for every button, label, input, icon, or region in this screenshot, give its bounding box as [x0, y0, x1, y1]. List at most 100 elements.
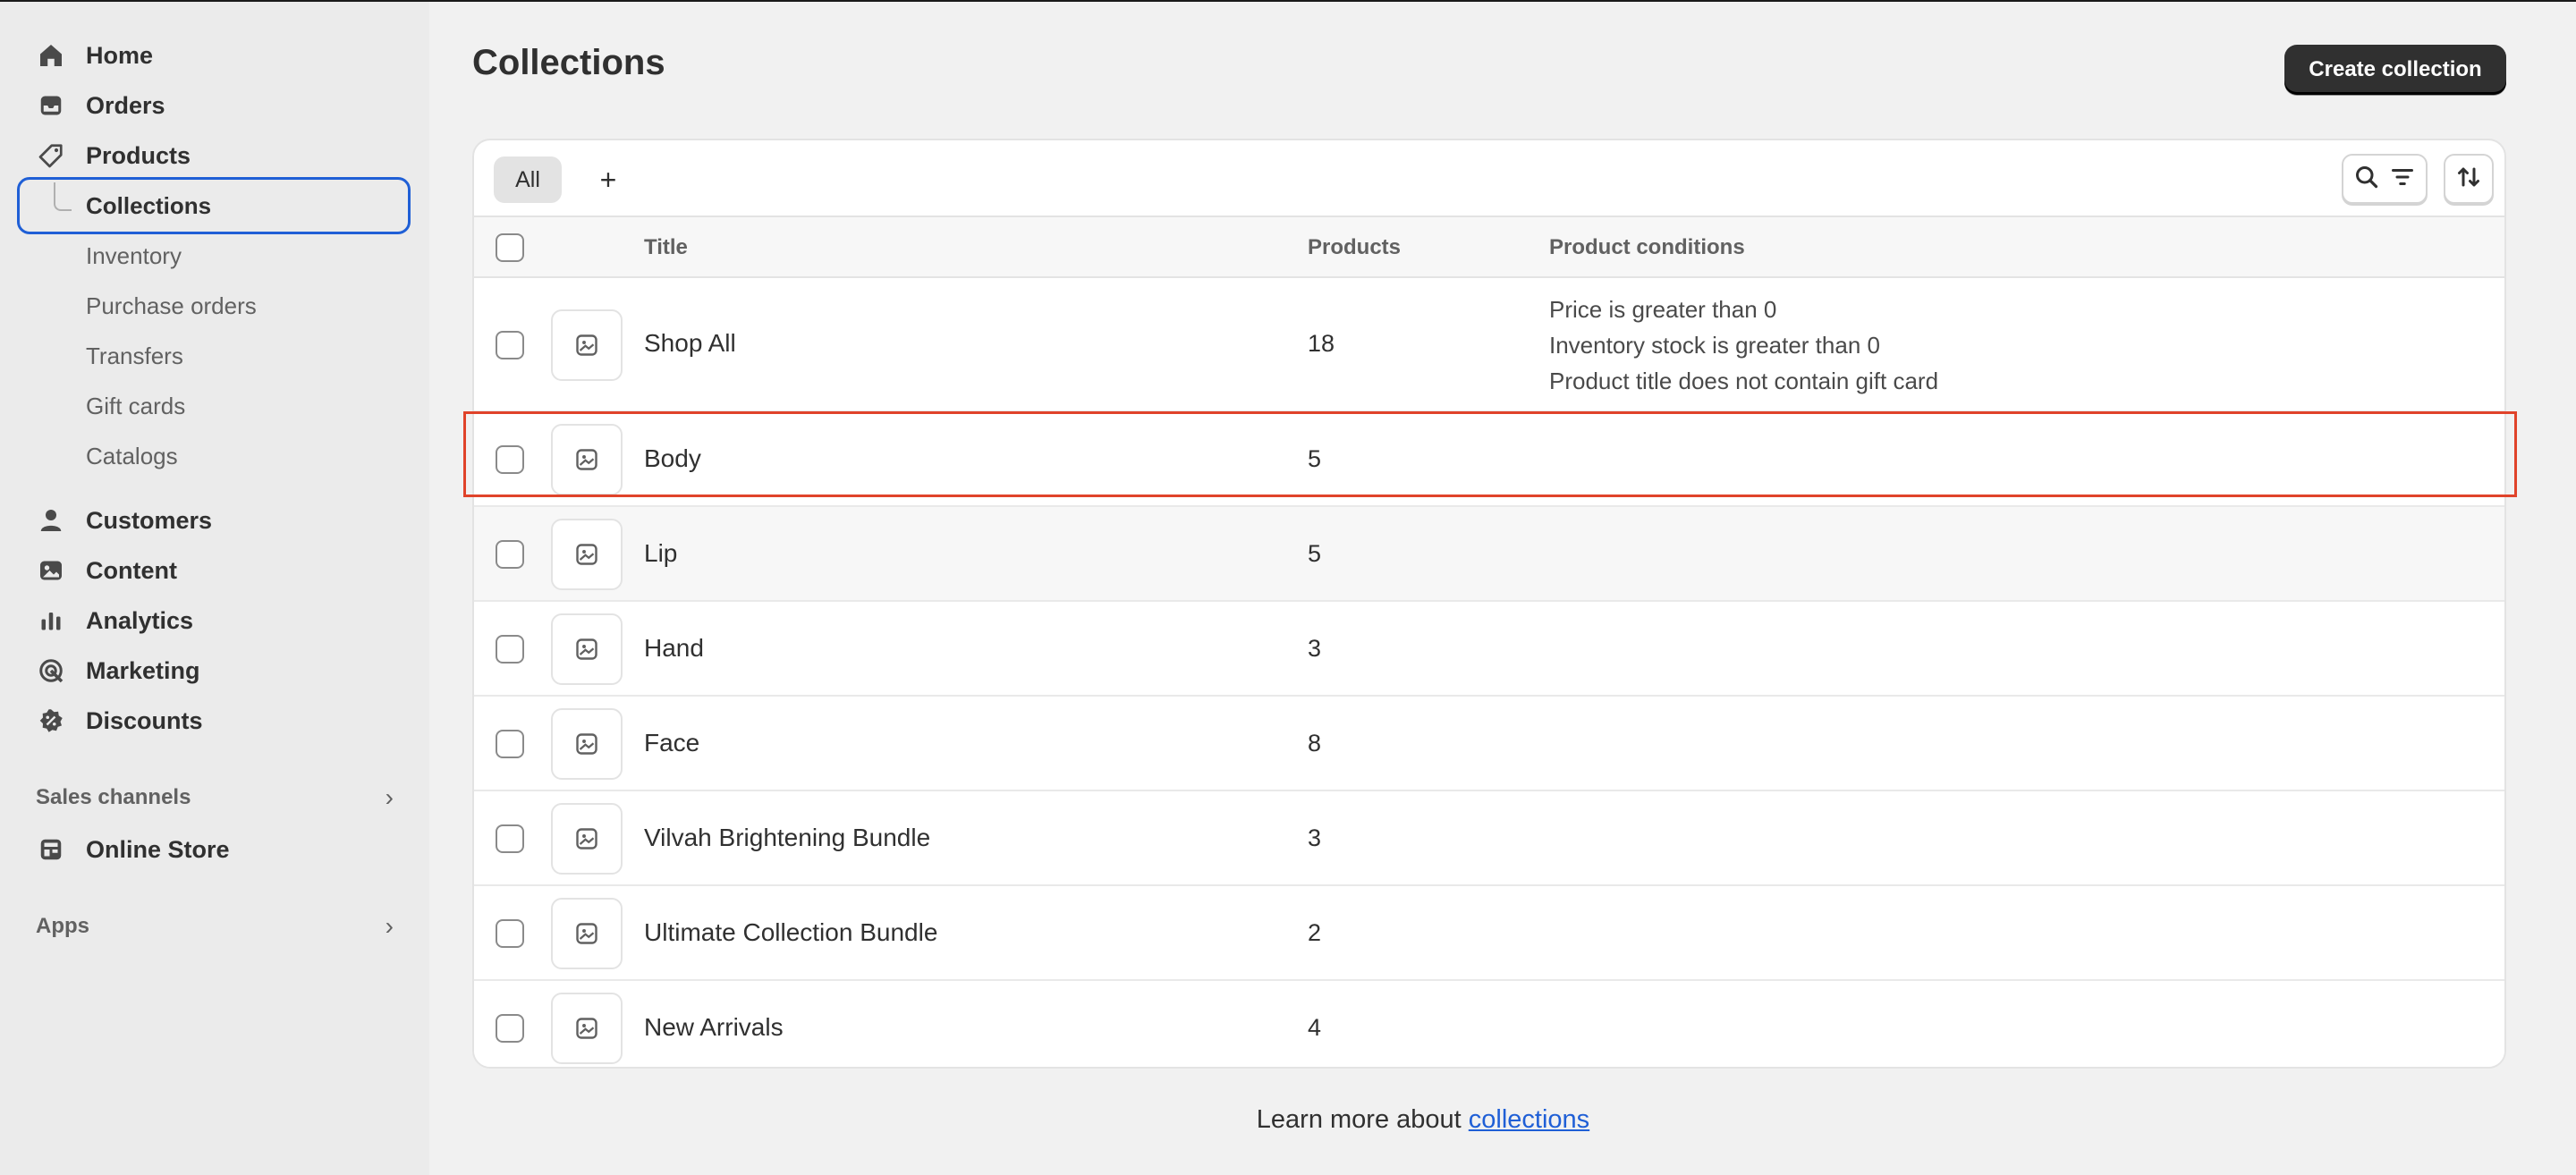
product-count: 2 [1308, 919, 1322, 946]
search-filter-button[interactable] [2342, 154, 2428, 204]
collection-thumbnail [551, 613, 623, 685]
add-view-button[interactable]: + [585, 156, 631, 203]
row-checkbox[interactable] [496, 919, 524, 948]
row-checkbox[interactable] [496, 331, 524, 359]
chevron-right-icon: › [385, 912, 394, 940]
sidebar-item-label: Analytics [86, 606, 194, 634]
bar-chart-icon [36, 605, 66, 636]
table-row[interactable]: Ultimate Collection Bundle 2 [474, 886, 2504, 981]
sidebar-item-label: Customers [86, 506, 213, 534]
table-row[interactable]: Hand 3 [474, 602, 2504, 697]
sidebar-item-online-store[interactable]: Online Store [36, 828, 230, 871]
sidebar-item-label: Home [86, 41, 154, 69]
collection-title[interactable]: Vilvah Brightening Bundle [644, 824, 930, 852]
row-checkbox[interactable] [496, 1014, 524, 1043]
row-highlight-annotation [463, 411, 2517, 497]
collection-thumbnail [551, 993, 623, 1064]
product-conditions: Price is greater than 0 Inventory stock … [1549, 292, 1938, 399]
table-row[interactable]: Vilvah Brightening Bundle 3 [474, 791, 2504, 886]
tab-all[interactable]: All [494, 156, 562, 203]
table-row[interactable]: Face 8 [474, 697, 2504, 791]
collection-thumbnail [551, 309, 623, 381]
product-count: 5 [1308, 540, 1322, 567]
column-header-products: Products [1308, 235, 1402, 259]
sidebar-item-products[interactable]: Products [36, 134, 191, 177]
collections-card: All + Title Products Product conditions … [472, 139, 2506, 1069]
row-checkbox[interactable] [496, 824, 524, 853]
sort-icon [2455, 164, 2482, 195]
sidebar-item-marketing[interactable]: Marketing [36, 649, 200, 692]
sidebar-item-label: Discounts [86, 706, 203, 734]
product-count: 8 [1308, 730, 1322, 757]
sales-channels-header[interactable]: Sales channels › [36, 780, 394, 816]
image-placeholder-icon [576, 828, 597, 850]
store-icon [36, 834, 66, 865]
sidebar-item-label: Orders [86, 91, 165, 119]
sidebar-item-analytics[interactable]: Analytics [36, 599, 193, 642]
collection-title[interactable]: Hand [644, 634, 704, 663]
collection-title[interactable]: New Arrivals [644, 1013, 784, 1042]
condition-line: Product title does not contain gift card [1549, 368, 1939, 394]
collection-title[interactable]: Lip [644, 539, 677, 568]
sidebar-item-transfers[interactable]: Transfers [86, 336, 183, 376]
filter-icon [2389, 164, 2416, 195]
apps-label: Apps [36, 914, 89, 938]
image-placeholder-icon [576, 733, 597, 755]
sidebar-item-collections[interactable]: Collections [86, 186, 211, 225]
sidebar-item-orders[interactable]: Orders [36, 84, 165, 127]
row-checkbox[interactable] [496, 635, 524, 664]
table-row[interactable]: Shop All 18 Price is greater than 0 Inve… [474, 278, 2504, 412]
discount-badge-icon [36, 706, 66, 736]
table-row[interactable]: Lip 5 [474, 507, 2504, 602]
sort-button[interactable] [2444, 154, 2494, 204]
row-checkbox[interactable] [496, 540, 524, 569]
sidebar-item-customers[interactable]: Customers [36, 499, 212, 542]
column-header-conditions: Product conditions [1549, 235, 1745, 259]
learn-more-text: Learn more about collections [0, 1105, 2077, 1135]
sidebar-item-content[interactable]: Content [36, 549, 177, 592]
column-header-title: Title [644, 235, 688, 259]
collection-thumbnail [551, 898, 623, 969]
image-placeholder-icon [576, 1018, 597, 1039]
chevron-right-icon: › [385, 783, 394, 811]
apps-header[interactable]: Apps › [36, 909, 394, 944]
sidebar-item-label: Marketing [86, 656, 200, 684]
home-icon [36, 40, 66, 71]
table-header: Title Products Product conditions [474, 217, 2504, 278]
sidebar-item-inventory[interactable]: Inventory [86, 236, 182, 275]
inbox-icon [36, 90, 66, 121]
sidebar-item-discounts[interactable]: Discounts [36, 699, 203, 742]
sidebar: Home Orders Products Collections Invento… [0, 2, 429, 1175]
sidebar-item-gift-cards[interactable]: Gift cards [86, 386, 185, 426]
sidebar-item-home[interactable]: Home [36, 34, 153, 77]
image-placeholder-icon [576, 334, 597, 356]
learn-more-prefix: Learn more about [1256, 1105, 1469, 1134]
collection-thumbnail [551, 803, 623, 875]
create-collection-button[interactable]: Create collection [2284, 45, 2506, 95]
image-placeholder-icon [576, 544, 597, 565]
collection-title[interactable]: Ultimate Collection Bundle [644, 918, 937, 947]
collection-thumbnail [551, 708, 623, 780]
sidebar-item-purchase-orders[interactable]: Purchase orders [86, 286, 257, 325]
product-count: 3 [1308, 824, 1322, 851]
condition-line: Price is greater than 0 [1549, 296, 1777, 323]
tabs-bar: All + [474, 140, 2504, 217]
table-row[interactable]: New Arrivals 4 [474, 981, 2504, 1067]
search-icon [2353, 164, 2380, 195]
product-count: 4 [1308, 1014, 1322, 1041]
active-item-focus-ring [17, 177, 411, 234]
collection-title[interactable]: Face [644, 729, 699, 757]
collection-title[interactable]: Shop All [644, 329, 736, 358]
condition-line: Inventory stock is greater than 0 [1549, 332, 1880, 359]
select-all-checkbox[interactable] [496, 233, 524, 262]
collection-thumbnail [551, 519, 623, 590]
image-icon [36, 555, 66, 586]
collections-help-link[interactable]: collections [1469, 1105, 1589, 1134]
tag-icon [36, 140, 66, 171]
image-placeholder-icon [576, 923, 597, 944]
sidebar-item-label: Online Store [86, 835, 230, 863]
page-title: Collections [472, 43, 665, 82]
sidebar-item-catalogs[interactable]: Catalogs [86, 436, 178, 476]
image-placeholder-icon [576, 638, 597, 660]
row-checkbox[interactable] [496, 730, 524, 758]
